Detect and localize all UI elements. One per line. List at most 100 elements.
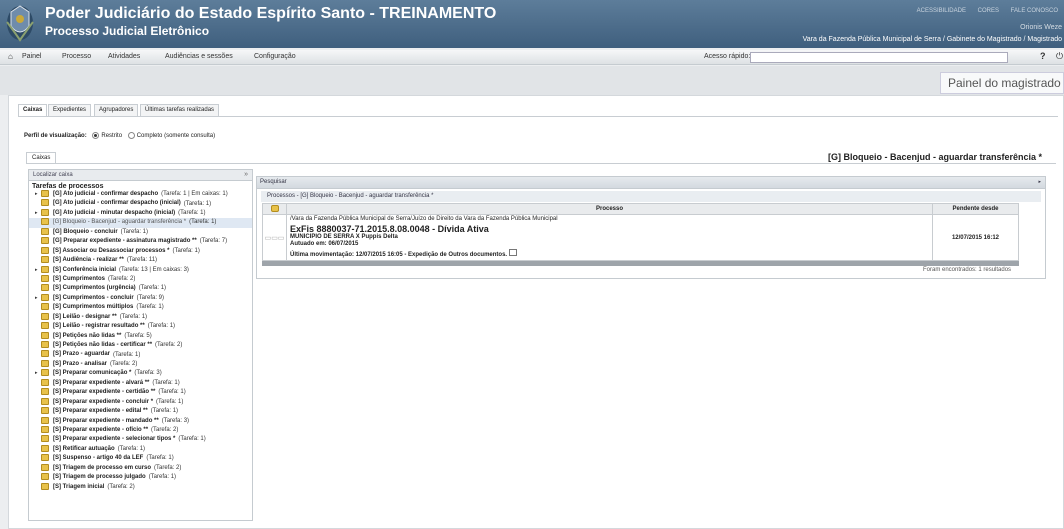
user-name[interactable]: Orionis Weze [1020,24,1062,31]
tree-item[interactable]: [S] Preparar expediente - concluir * (Tar… [29,397,252,407]
tab-agrupadores[interactable]: Agrupadores [94,104,139,116]
tree-item[interactable]: [S] Preparar expediente - alvará ** (Tare… [29,378,252,388]
col-pending[interactable]: Pendente desde [932,203,1019,215]
tab-expedientes[interactable]: Expedientes [48,104,92,116]
panel-title: Painel do magistrado [940,72,1064,94]
tree-item-count: (Tarefa: 1 | Em caixas: 1) [161,191,228,198]
tree-item[interactable]: [S] Prazo - aguardar (Tarefa: 1) [29,350,252,359]
tree-item-count: (Tarefa: 13 | Em caixas: 3) [119,266,189,273]
process-last-movement: Última movimentação: 12/07/2015 16:05 - … [290,248,929,260]
tree-item[interactable]: [S] Preparar expediente - edital ** (Tare… [29,407,252,416]
tree-item[interactable]: [S] Cumprimentos (Tarefa: 2) [29,274,252,284]
nav-processo[interactable]: Processo [62,53,91,60]
tab-ultimas-tarefas[interactable]: Últimas tarefas realizadas [140,104,220,116]
tree-item-label: [S] Cumprimentos múltiplos [53,304,134,311]
process-number-link[interactable]: ExFis 8880037-71.2015.8.08.0048 - Dívida… [290,224,929,234]
radio-completo[interactable] [127,132,135,139]
expand-arrow-icon[interactable]: ▸ [35,266,40,275]
tree-item[interactable]: [S] Petições não lidas - certificar ** (T… [29,341,252,350]
tree-item[interactable]: ▸ [S] Preparar comunicação * (Tarefa: 3) [29,369,252,378]
power-icon[interactable]: ⏻ [1056,51,1063,62]
folder-icon [41,303,49,311]
tree-item[interactable]: [S] Triagem de processo julgado (Tarefa: … [29,473,252,482]
tree-item[interactable]: [G] Bloqueio - concluir (Tarefa: 1) [29,227,252,237]
tree-item[interactable]: [S] Cumprimentos múltiplos (Tarefa: 1) [29,303,252,312]
app-subtitle: Processo Judicial Eletrônico [45,24,210,38]
tree-item[interactable]: [S] Preparar expediente - certidão ** (Ta… [29,388,252,397]
row-actions-icon[interactable]: ▭▭▭ [262,214,287,261]
radio-restrito[interactable] [92,132,100,139]
folder-icon [41,284,49,292]
collapse-icon[interactable]: » [244,171,248,178]
tree-item[interactable]: [G] Preparar expediente - assinatura mag… [29,237,252,246]
tree-item-label: [S] Preparar expediente - concluir * [53,398,154,405]
expand-arrow-icon[interactable]: ▸ [35,209,40,218]
tree-item[interactable]: [S] Audiência - realizar ** (Tarefa: 11) [29,256,252,265]
nav-painel[interactable]: Painel [22,53,41,60]
tree-item[interactable]: [S] Triagem inicial (Tarefa: 2) [29,482,252,492]
expand-arrow-icon[interactable]: ▸ [35,369,40,378]
tree-item[interactable]: [S] Retificar autuação (Tarefa: 1) [29,444,252,454]
tree-item-label: [S] Preparar expediente - mandado ** [53,417,159,424]
folder-icon [41,359,49,367]
tree-item[interactable]: ▸ [S] Cumprimentos - concluir (Tarefa: 9) [29,293,252,303]
tree-item[interactable]: ▸ [G] Ato judicial - minutar despacho (in… [29,208,252,218]
document-icon[interactable] [508,248,517,256]
tree-item[interactable]: [S] Prazo - analisar (Tarefa: 2) [29,359,252,369]
results-count: Foram encontrados: 1 resultados [923,267,1012,273]
col-process[interactable]: Processo [286,203,933,215]
locate-box-header[interactable]: Localizar caixa » [29,170,252,181]
folder-icon [41,425,49,433]
tree-item[interactable]: [G] Ato judicial - confirmar despacho (i… [29,199,252,208]
unit-selector[interactable]: Vara da Fazenda Pública Municipal de Ser… [803,36,1062,43]
tree-item[interactable]: [G] Bloqueio - Bacenjud - aguardar trans… [29,218,252,228]
profile-selector: Perfil de visualização: Restrito Complet… [24,132,215,139]
tree-item-label: [G] Bloqueio - Bacenjud - aguardar trans… [53,219,187,226]
tree-item-count: (Tarefa: 1) [189,219,217,226]
tree-item[interactable]: [S] Leilão - registrar resultado ** (Tare… [29,322,252,331]
contact-link[interactable]: FALE CONOSCO [1011,8,1058,14]
tree-item[interactable]: [S] Associar ou Desassociar processos *(… [29,246,252,256]
colors-link[interactable]: CORES [978,8,999,14]
table-row[interactable]: ▭▭▭ /Vara da Fazenda Pública Municipal d… [262,214,1019,261]
nav-atividades[interactable]: Atividades [108,53,140,60]
folder-icon [41,454,49,462]
tree-item[interactable]: [S] Triagem de processo em curso (Tarefa:… [29,463,252,473]
tree-item-label: [G] Bloqueio - concluir [53,228,118,235]
expand-arrow-icon[interactable]: ▸ [35,294,40,303]
expand-arrow-icon[interactable]: ▸ [1038,179,1041,185]
tree-item-label: [S] Triagem inicial [53,483,105,490]
tree-item[interactable]: [S] Preparar expediente - ofício ** (Tare… [29,425,252,435]
tree-item[interactable]: [S] Suspenso - artigo 40 da LEF (Tarefa: … [29,454,252,463]
search-panel-header[interactable]: Pesquisar ▸ [257,177,1045,189]
table-footer-bar [262,261,1019,266]
accessibility-link[interactable]: ACESSIBILIDADE [917,8,966,14]
tree-item[interactable]: [S] Leilão - designar ** (Tarefa: 1) [29,312,252,322]
select-all-icon[interactable] [262,203,287,215]
folder-icon [41,341,49,348]
selected-box-title: [G] Bloqueio - Bacenjud - aguardar trans… [827,152,1042,162]
folder-icon [41,331,49,339]
tree-item-label: [G] Preparar expediente - assinatura mag… [53,238,197,245]
folder-icon [41,274,49,282]
tree-item-count: (Tarefa: 7) [199,238,228,245]
tab-caixas-inner[interactable]: Caixas [26,152,57,163]
home-icon[interactable]: ⌂ [8,52,13,61]
tree-item[interactable]: [S] Cumprimentos (urgência) (Tarefa: 1) [29,284,252,293]
folder-icon [41,227,49,235]
quick-access-input[interactable] [750,52,1008,63]
folder-icon [41,397,49,405]
tab-caixas[interactable]: Caixas [18,104,48,116]
tree-item[interactable]: ▸ [G] Ato judicial - confirmar despacho (T… [29,190,252,199]
tree-item-count: (Tarefa: 2) [108,276,136,283]
folder-icon [41,369,49,377]
tree-item[interactable]: ▸ [S] Conferência inicial (Tarefa: 13 | Em… [29,265,252,275]
nav-audiencias[interactable]: Audiências e sessões [165,53,233,60]
tree-item[interactable]: [S] Petições não lidas ** (Tarefa: 5) [29,331,252,341]
tree-item[interactable]: [S] Preparar expediente - selecionar tip… [29,435,252,444]
tree-item[interactable]: [S] Preparar expediente - mandado ** (Tar… [29,416,252,426]
help-icon[interactable]: ? [1040,51,1046,61]
process-cell: /Vara da Fazenda Pública Municipal de Se… [286,214,933,261]
nav-configuracao[interactable]: Configuração [254,53,296,60]
expand-arrow-icon[interactable]: ▸ [35,190,40,199]
